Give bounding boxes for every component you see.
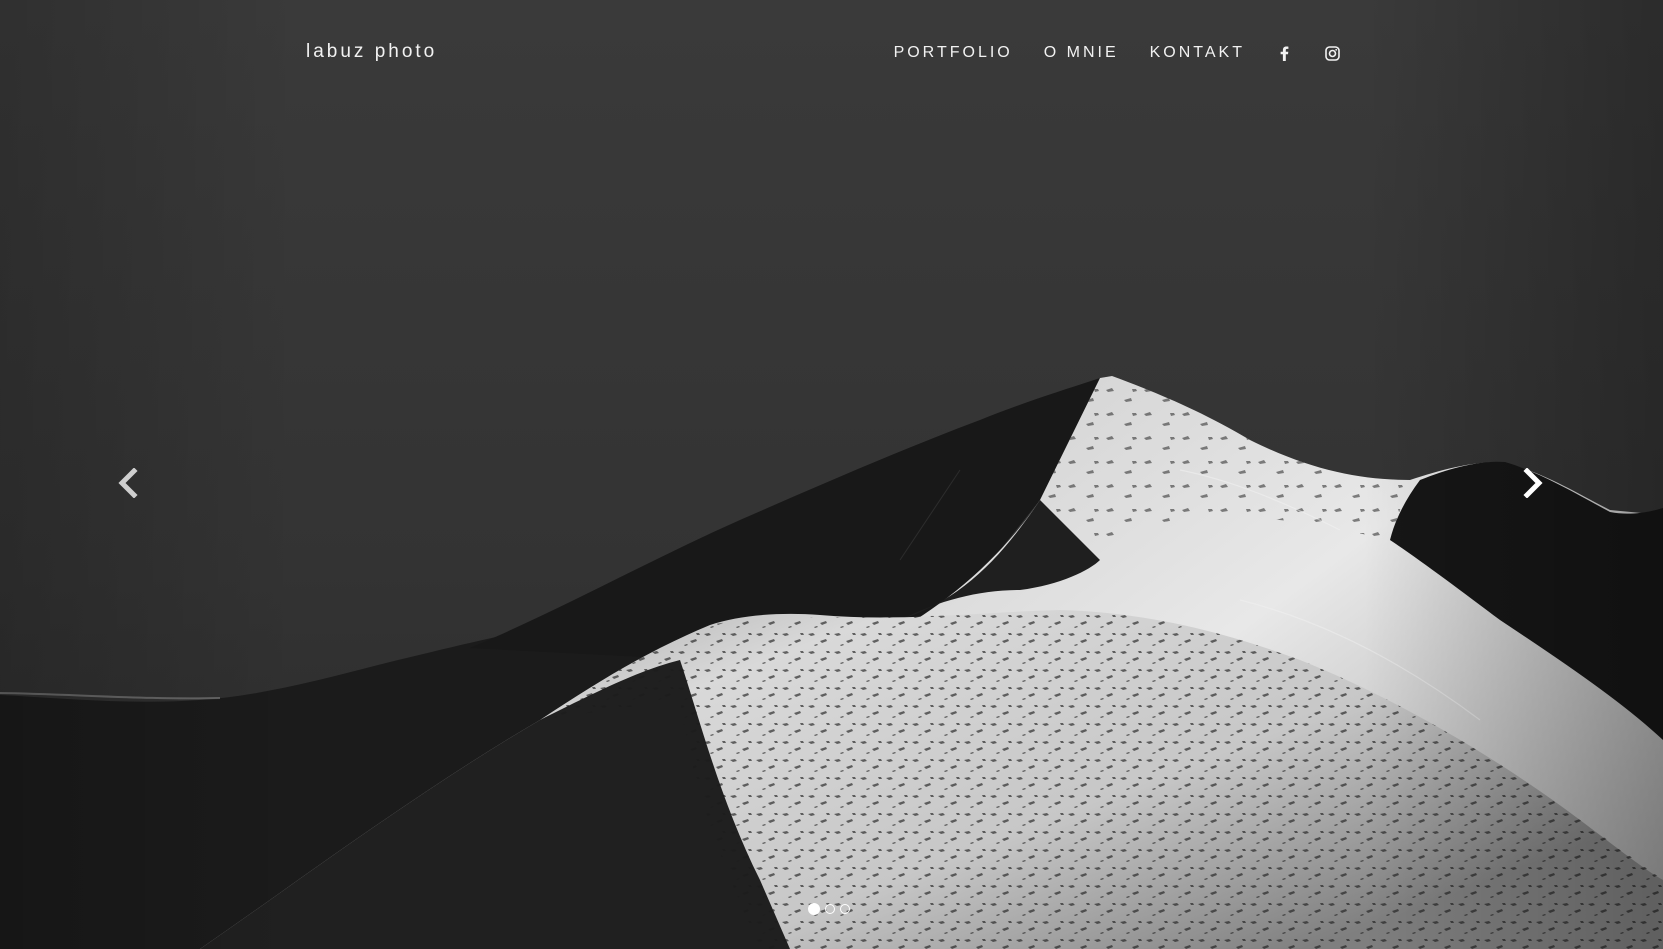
top-navbar: labuz photo PORTFOLIO O MNIE KONTAKT xyxy=(0,0,1663,106)
main-nav: PORTFOLIO O MNIE KONTAKT xyxy=(894,40,1341,66)
carousel-indicator-3[interactable] xyxy=(840,904,850,914)
carousel-prev-button[interactable] xyxy=(110,465,144,501)
nav-link-portfolio[interactable]: PORTFOLIO xyxy=(894,40,1013,66)
facebook-icon xyxy=(1280,46,1288,61)
slide-image xyxy=(0,0,1663,949)
instagram-icon xyxy=(1324,45,1340,61)
hero-carousel: labuz photo PORTFOLIO O MNIE KONTAKT xyxy=(0,0,1663,949)
chevron-right-icon xyxy=(1523,468,1543,498)
carousel-indicator-1[interactable] xyxy=(808,903,820,915)
facebook-link[interactable] xyxy=(1275,40,1293,66)
nav-link-kontakt[interactable]: KONTAKT xyxy=(1150,40,1245,66)
chevron-left-icon xyxy=(118,468,138,498)
instagram-link[interactable] xyxy=(1323,40,1341,66)
brand-logo-link[interactable]: labuz photo xyxy=(306,41,437,63)
nav-link-o-mnie[interactable]: O MNIE xyxy=(1044,40,1119,66)
carousel-indicator-2[interactable] xyxy=(825,904,835,914)
carousel-indicators xyxy=(808,903,850,915)
carousel-next-button[interactable] xyxy=(1517,465,1551,501)
